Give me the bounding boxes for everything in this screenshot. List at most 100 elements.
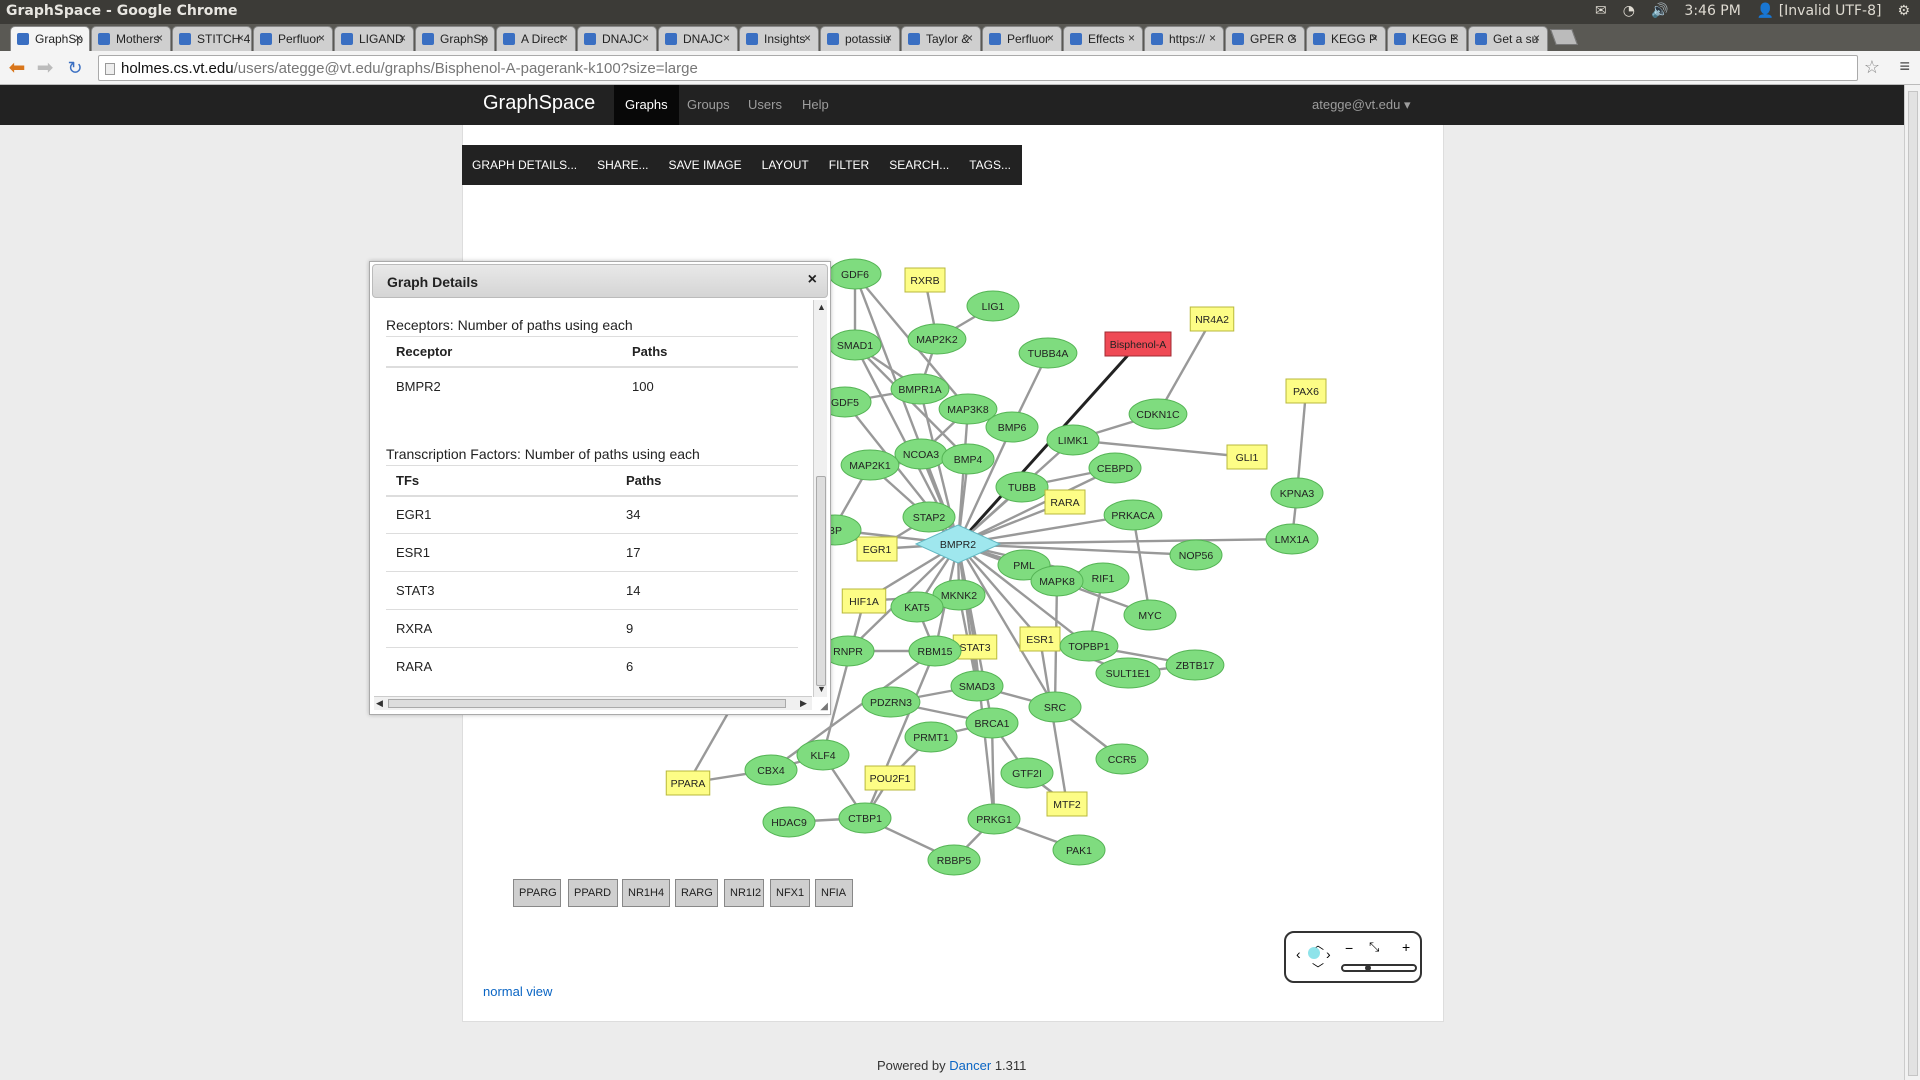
graph-node[interactable]: BMP6 (985, 411, 1039, 443)
browser-tab[interactable]: Get a su × (1468, 26, 1548, 51)
graph-node[interactable]: KAT5 (890, 591, 944, 623)
graph-node[interactable]: MAP2K1 (840, 449, 900, 481)
tab-close-icon[interactable]: × (804, 31, 811, 45)
normal-view-link[interactable]: normal view (483, 984, 552, 999)
graph-node[interactable]: RBBP5 (927, 844, 981, 876)
browser-tab[interactable]: DNAJC × (577, 26, 657, 51)
browser-tab[interactable]: Taylor & × (901, 26, 981, 51)
graph-node[interactable]: TUBB4A (1018, 337, 1078, 369)
graph-node[interactable]: BMPR1A (890, 373, 950, 405)
graph-node[interactable]: RARA (1044, 489, 1086, 515)
chrome-menu-icon[interactable]: ≡ (1899, 56, 1910, 77)
graph-edge[interactable] (957, 537, 1293, 546)
browser-tab[interactable]: DNAJC × (658, 26, 738, 51)
graph-node[interactable]: LMX1A (1265, 523, 1319, 555)
scroll-down-icon[interactable]: ▼ (817, 684, 826, 694)
close-icon[interactable]: × (808, 271, 817, 289)
pan-right-icon[interactable]: › (1326, 946, 1331, 962)
browser-tab[interactable]: Mothers × (91, 26, 171, 51)
tab-close-icon[interactable]: × (642, 31, 649, 45)
page-scrollbar-thumb[interactable] (1908, 91, 1918, 1076)
tab-close-icon[interactable]: × (966, 31, 973, 45)
pan-down-icon[interactable]: ﹀ (1312, 960, 1324, 977)
graph-node[interactable]: CCR5 (1095, 743, 1149, 775)
zoom-in-icon[interactable]: + (1402, 939, 1410, 955)
zoom-slider[interactable] (1341, 964, 1417, 972)
browser-tab[interactable]: LIGAND × (334, 26, 414, 51)
browser-tab[interactable]: STITCH 4 × (172, 26, 252, 51)
legend-box[interactable]: NFIA (815, 879, 853, 907)
graph-navigator[interactable]: ︿ ‹ › ﹀ − ⤡ + (1284, 931, 1422, 983)
wifi-icon[interactable]: ◔ (1623, 3, 1635, 19)
new-tab-button[interactable] (1550, 29, 1578, 45)
graph-node[interactable]: KLF4 (796, 739, 850, 771)
tab-close-icon[interactable]: × (1128, 31, 1135, 45)
tab-close-icon[interactable]: × (1209, 31, 1216, 45)
graph-node[interactable]: MAP2K2 (907, 323, 967, 355)
graph-node[interactable]: PDZRN3 (861, 686, 921, 718)
site-brand[interactable]: GraphSpace (483, 92, 595, 115)
nav-help[interactable]: Help (802, 97, 829, 112)
graph-node[interactable]: ESR1 (1019, 626, 1061, 652)
graph-node[interactable]: BMP4 (941, 443, 995, 475)
browser-tab[interactable]: Effects × (1063, 26, 1143, 51)
graph-node[interactable]: LIG1 (966, 290, 1020, 322)
address-bar[interactable]: holmes.cs.vt.edu/users/ategge@vt.edu/gra… (98, 55, 1858, 81)
scroll-right-icon[interactable]: ▶ (800, 698, 807, 709)
zoom-slider-handle[interactable] (1365, 965, 1371, 971)
legend-box[interactable]: RARG (675, 879, 718, 907)
nav-graphs[interactable]: Graphs (614, 85, 679, 125)
graph-node[interactable]: PRKG1 (967, 803, 1021, 835)
browser-tab[interactable]: Perfluor × (253, 26, 333, 51)
bookmark-star-icon[interactable]: ☆ (1864, 57, 1880, 78)
tab-close-icon[interactable]: × (75, 31, 82, 45)
nav-groups[interactable]: Groups (687, 97, 730, 112)
legend-box[interactable]: NR1H4 (622, 879, 670, 907)
page-scrollbar[interactable] (1904, 85, 1920, 1080)
scroll-up-icon[interactable]: ▲ (817, 302, 826, 312)
graph-node[interactable]: PAX6 (1285, 378, 1327, 404)
graph-node[interactable]: PRKACA (1103, 499, 1163, 531)
browser-tab[interactable]: https://× (1144, 26, 1224, 51)
forward-arrow-icon[interactable]: ➡ (34, 57, 56, 79)
dialog-vertical-scrollbar[interactable]: ▲ ▼ (813, 300, 827, 697)
dialog-header[interactable]: Graph Details × (372, 264, 828, 298)
dialog-hscroll-thumb[interactable] (388, 699, 786, 708)
graph-node[interactable]: SMAD3 (950, 670, 1004, 702)
graph-node[interactable]: HIF1A (841, 588, 887, 614)
tab-close-icon[interactable]: × (885, 31, 892, 45)
graph-node[interactable]: PAK1 (1052, 834, 1106, 866)
graph-node[interactable]: TUBB (995, 471, 1049, 503)
graph-node[interactable]: NOP56 (1169, 539, 1223, 571)
reload-icon[interactable]: ↻ (64, 57, 86, 79)
tab-close-icon[interactable]: × (1452, 31, 1459, 45)
user-indicator[interactable]: 👤 [Invalid UTF-8] (1757, 3, 1882, 19)
graph-node[interactable]: GDF6 (828, 258, 882, 290)
graph-node[interactable]: NR4A2 (1189, 306, 1235, 332)
graph-node[interactable]: MYC (1123, 599, 1177, 631)
tab-close-icon[interactable]: × (237, 31, 244, 45)
browser-tab[interactable]: KEGG E × (1387, 26, 1467, 51)
tab-close-icon[interactable]: × (156, 31, 163, 45)
graph-node[interactable]: POU2F1 (864, 765, 916, 791)
tab-close-icon[interactable]: × (480, 31, 487, 45)
browser-tab[interactable]: Insights × (739, 26, 819, 51)
browser-tab[interactable]: KEGG P × (1306, 26, 1386, 51)
browser-tab[interactable]: GraphSp × (10, 26, 90, 51)
graph-node[interactable]: KPNA3 (1270, 477, 1324, 509)
zoom-out-icon[interactable]: − (1345, 940, 1353, 956)
graph-node[interactable]: RXRB (904, 267, 946, 293)
tab-close-icon[interactable]: × (1290, 31, 1297, 45)
legend-box[interactable]: PPARD (568, 879, 618, 907)
volume-icon[interactable]: 🔊 (1651, 3, 1668, 19)
graph-node[interactable]: GLI1 (1226, 444, 1268, 470)
dialog-horizontal-scrollbar[interactable]: ◀ ▶ (374, 696, 812, 710)
tab-close-icon[interactable]: × (561, 31, 568, 45)
graph-node[interactable]: STAP2 (902, 501, 956, 533)
graph-node[interactable]: SMAD1 (828, 329, 882, 361)
graph-node[interactable]: RBM15 (908, 635, 962, 667)
scroll-left-icon[interactable]: ◀ (376, 698, 383, 709)
graph-node[interactable]: SULT1E1 (1095, 657, 1161, 689)
tab-close-icon[interactable]: × (723, 31, 730, 45)
graph-node[interactable]: ZBTB17 (1165, 649, 1225, 681)
